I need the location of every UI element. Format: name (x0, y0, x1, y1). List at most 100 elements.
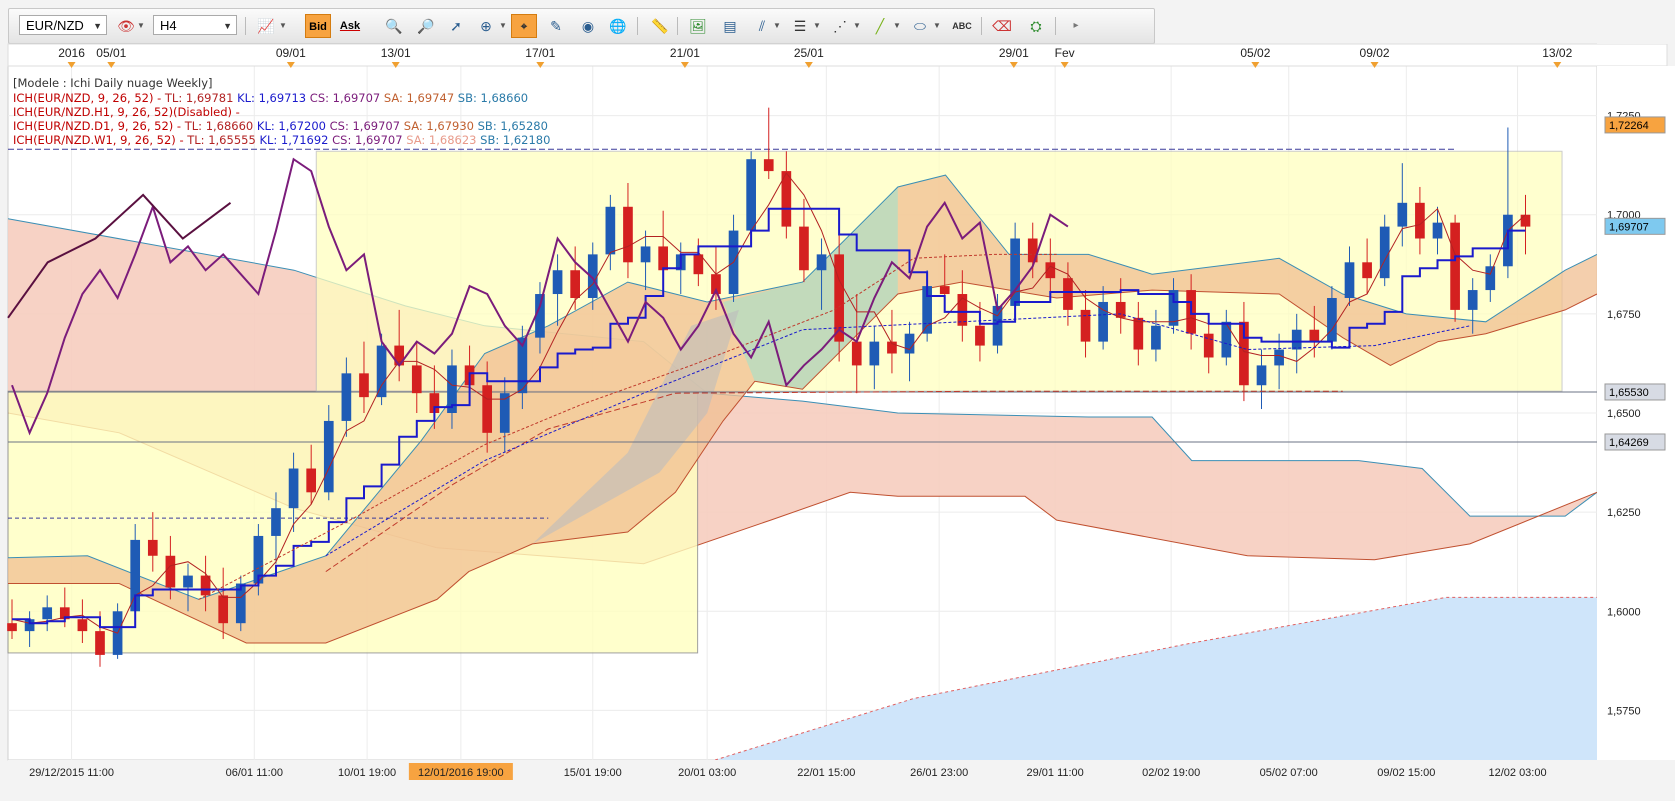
candle-body (482, 385, 493, 433)
time-tick-label: 20/01 03:00 (678, 767, 736, 779)
candle-body (1397, 202, 1408, 227)
price-marker-label: 1,65530 (1609, 387, 1649, 399)
top-axis-tick-label: 29/01 (999, 46, 1029, 60)
top-axis-tick-label: 05/02 (1240, 46, 1270, 60)
candle-body (1063, 278, 1073, 310)
candle-body (323, 420, 334, 493)
legend-kl: KL: 1,69713 (237, 91, 307, 105)
top-axis-tick-label: 09/02 (1360, 46, 1390, 60)
candle-body (693, 254, 704, 275)
top-axis-tick-label: 13/02 (1542, 46, 1572, 60)
legend-sa: SA: 1,68623 (406, 133, 477, 147)
candle-body (218, 595, 229, 624)
candle-body (1485, 266, 1496, 291)
price-marker-label: 1,69707 (1609, 221, 1649, 233)
time-tick-label: 06/01 11:00 (226, 767, 283, 779)
candle-body (183, 575, 193, 588)
legend-sb: SB: 1,65280 (477, 119, 548, 133)
candle-body (1221, 321, 1232, 358)
candle-body (1379, 226, 1390, 279)
legend-line-3[interactable]: ICH(EUR/NZD.W1, 9, 26, 52) - TL: 1,65555… (13, 133, 550, 147)
legend-tl: TL: 1,69781 (164, 91, 234, 105)
candle-body (1362, 262, 1372, 279)
legend-line-2[interactable]: ICH(EUR/NZD.D1, 9, 26, 52) - TL: 1,68660… (13, 119, 548, 133)
legend-tl: TL: 1,65555 (187, 133, 256, 147)
time-tick-label: 22/01 15:00 (797, 767, 855, 779)
candle-body (869, 341, 880, 366)
legend-prefix: ICH(EUR/NZD.W1, 9, 26, 52) - (13, 133, 188, 147)
legend-sa: SA: 1,69747 (383, 91, 455, 105)
toolbar-spacer (1597, 0, 1675, 44)
top-axis-tick-label: 2016 (58, 46, 85, 60)
time-tick-label: 15/01 19:00 (564, 767, 622, 779)
candle-body (1344, 262, 1355, 298)
candle-body (816, 254, 827, 271)
legend-tl: TL: 1,68660 (184, 119, 254, 133)
time-tick-label: 12/01/2016 19:00 (418, 767, 504, 779)
candle-body (1256, 365, 1267, 386)
candle-body (799, 226, 809, 271)
time-tick-label: 29/12/2015 11:00 (29, 767, 114, 779)
candle-body (763, 159, 774, 172)
candle-body (1415, 202, 1425, 239)
top-axis-tick-label: 05/01 (96, 46, 126, 60)
legend-cs: CS: 1,69707 (329, 119, 401, 133)
legend-kl: KL: 1,67200 (256, 119, 326, 133)
legend-sb: SB: 1,62180 (480, 133, 551, 147)
candle-body (1133, 317, 1144, 350)
candle-body (1309, 329, 1320, 342)
candle-body (359, 373, 369, 398)
price-tick-label: 1,5750 (1607, 705, 1641, 717)
candle-body (165, 555, 176, 588)
top-axis-tick-label: 17/01 (525, 46, 555, 60)
candle-body (288, 468, 299, 509)
top-axis-tick-label: 25/01 (794, 46, 824, 60)
candle-body (341, 373, 352, 421)
candle-body (605, 206, 616, 255)
legend-line-1[interactable]: ICH(EUR/NZD.H1, 9, 26, 52)(Disabled) - (13, 105, 240, 119)
legend-kl: KL: 1,71692 (259, 133, 329, 147)
candle-body (1520, 214, 1531, 227)
candle-body (658, 246, 668, 271)
price-tick-label: 1,6250 (1607, 507, 1641, 519)
legend-prefix: ICH(EUR/NZD.D1, 9, 26, 52) - (13, 119, 185, 133)
candle-body (939, 286, 950, 295)
legend-line-0[interactable]: ICH(EUR/NZD, 9, 26, 52) - TL: 1,69781 KL… (13, 91, 528, 105)
candle-body (1432, 222, 1443, 239)
candle-body (271, 508, 281, 536)
candle-body (306, 468, 317, 493)
time-tick-label: 02/02 19:00 (1142, 767, 1200, 779)
candle-body (147, 539, 158, 556)
candle-body (1450, 222, 1460, 310)
candle-body (42, 607, 53, 620)
price-tick-label: 1,6750 (1607, 309, 1641, 321)
candle (112, 603, 123, 659)
legend-cs: CS: 1,69707 (332, 133, 403, 147)
time-tick-label: 29/01 11:00 (1027, 767, 1084, 779)
candle-body (77, 619, 88, 632)
candle-body (851, 341, 862, 366)
candle (235, 575, 246, 632)
price-tick-label: 1,6500 (1607, 408, 1641, 420)
candle-body (904, 333, 915, 354)
top-axis-tick-label: Fev (1055, 46, 1075, 60)
candle-body (1327, 297, 1337, 342)
price-marker-label: 1,64269 (1609, 437, 1649, 449)
legend-sa: SA: 1,67930 (403, 119, 474, 133)
legend-cs: CS: 1,69707 (309, 91, 381, 105)
price-marker-label: 1,72264 (1609, 120, 1649, 132)
candle-body (746, 159, 756, 231)
candle-body (95, 631, 105, 655)
legend-title: [Modele : Ichi Daily nuage Weekly] (13, 76, 213, 90)
candle-body (570, 270, 581, 298)
time-tick-label: 10/01 19:00 (338, 767, 396, 779)
top-axis-tick-label: 09/01 (276, 46, 306, 60)
candle-body (411, 365, 422, 394)
legend-prefix: ICH(EUR/NZD, 9, 26, 52) - (13, 91, 165, 105)
top-axis (7, 43, 1668, 67)
candle-body (1291, 329, 1302, 350)
candle-body (975, 325, 985, 346)
candle-body (640, 246, 651, 263)
top-axis-tick-label: 13/01 (381, 46, 411, 60)
time-tick-label: 09/02 15:00 (1377, 767, 1435, 779)
